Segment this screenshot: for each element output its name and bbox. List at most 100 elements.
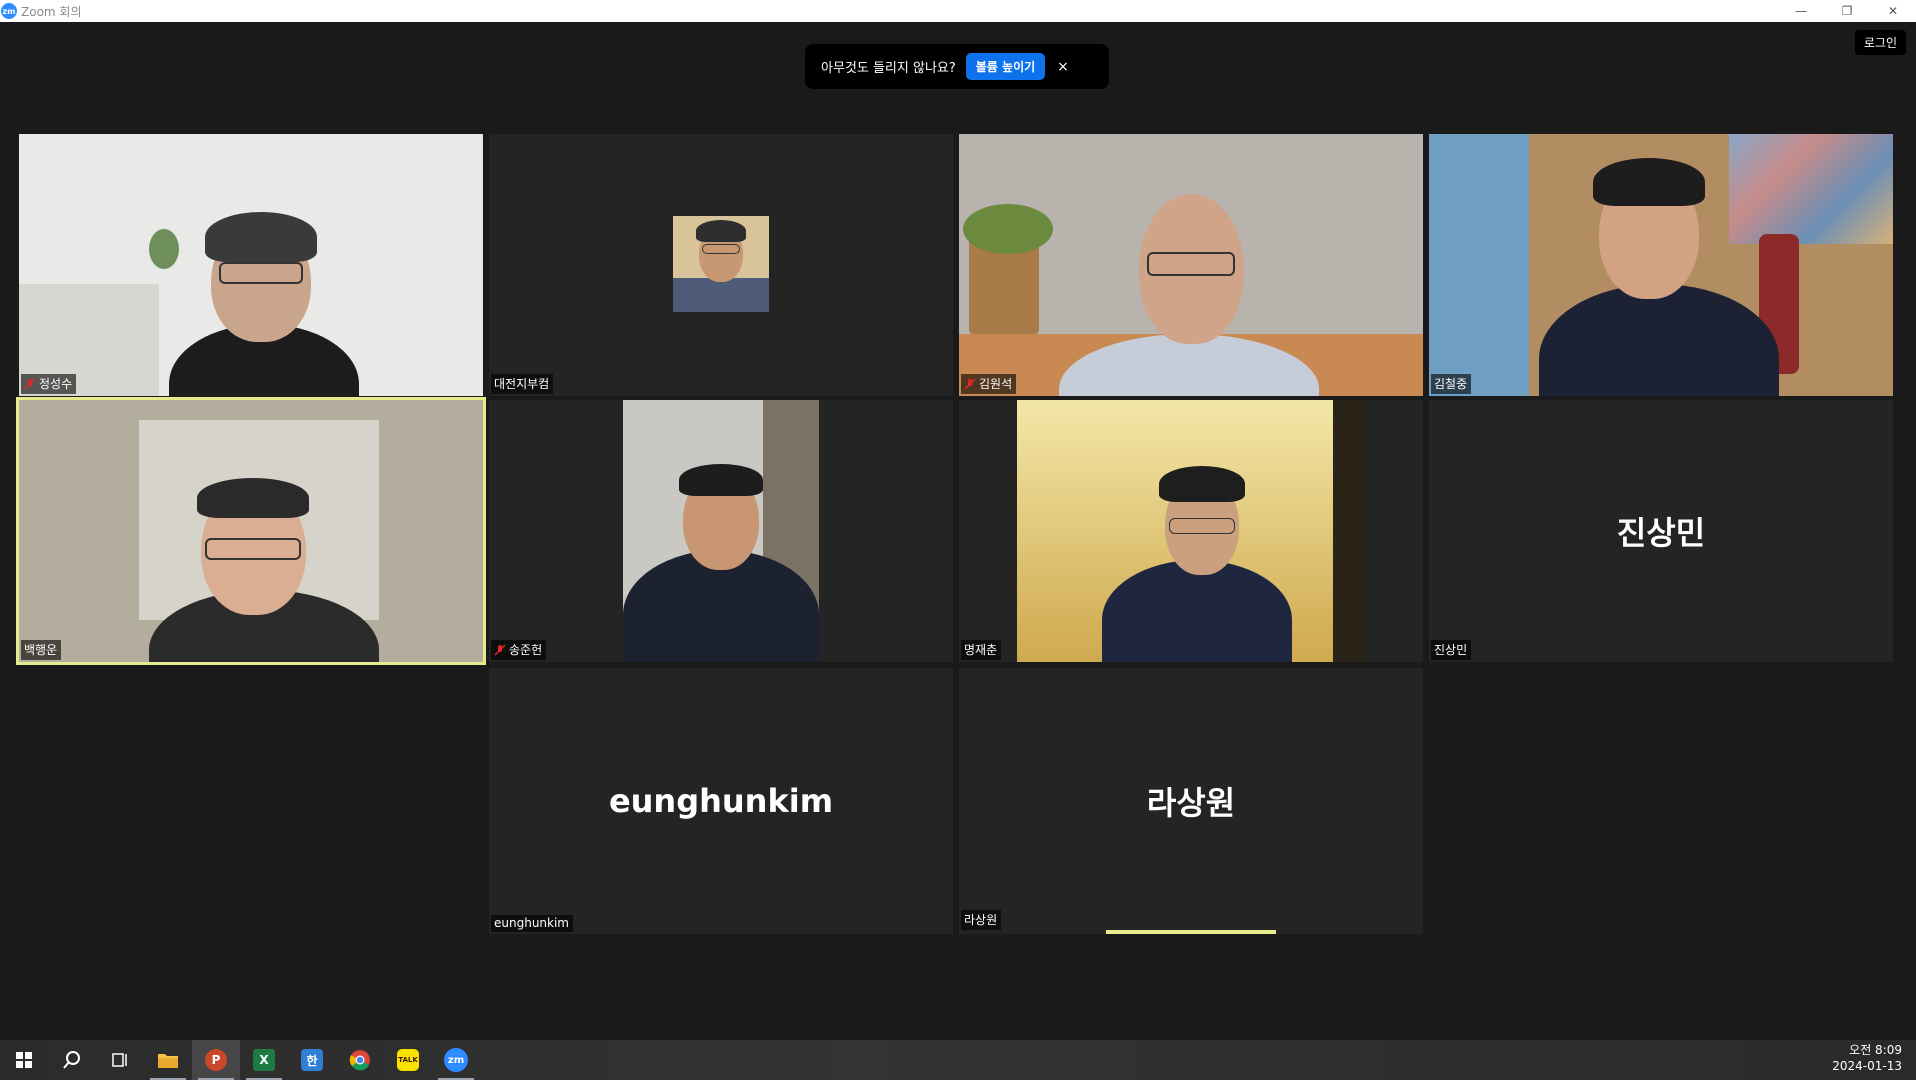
close-notice-icon[interactable]: × [1057,59,1069,75]
taskbar-powerpoint[interactable]: P [192,1040,240,1080]
participant-name: 대전지부컴 [494,377,550,391]
clock-date: 2024-01-13 [1832,1059,1902,1073]
increase-volume-button[interactable]: 볼륨 높이기 [965,53,1046,80]
participant-tile-active-speaker[interactable]: 백행운 [16,397,486,665]
zoom-icon: zm [444,1048,468,1072]
participant-display-name: 진상민 [1616,514,1706,552]
window-title: Zoom 회의 [21,4,82,19]
taskbar-kakaotalk[interactable]: TALK [384,1040,432,1080]
chrome-icon [349,1050,370,1071]
participant-name-label: 라상원 [961,910,1002,930]
title-bar: zm Zoom 회의 — ❐ ✕ [0,0,1916,22]
participant-tile[interactable]: 정성수 [19,134,483,396]
glasses [219,262,303,284]
participant-display-name: 라상원 [1146,784,1236,822]
video-feed [19,400,483,662]
participant-name-label: 김원석 [961,374,1017,394]
close-button[interactable]: ✕ [1870,0,1916,22]
glasses [1169,518,1235,534]
minimize-icon: — [1795,4,1807,18]
participant-tile[interactable]: 송준헌 [489,400,953,662]
participant-tile[interactable]: 진상민 진상민 [1429,400,1893,662]
participant-name: 김원석 [979,377,1013,391]
participant-name: 라상원 [964,913,998,927]
participant-name: 백행운 [24,643,58,657]
taskbar-hancom[interactable]: 한 [288,1040,336,1080]
zoom-window: zm Zoom 회의 — ❐ ✕ 아무것도 들리지 않나요? 볼륨 높이기 × … [0,0,1916,1080]
participant-tile[interactable]: 라상원 라상원 [959,668,1423,934]
person-body [1539,284,1779,396]
search-button[interactable] [48,1040,96,1080]
system-clock[interactable]: 오전 8:09 2024-01-13 [1832,1042,1902,1074]
restore-icon: ❐ [1841,4,1853,18]
windows-logo-icon [16,1052,32,1068]
video-feed [1017,400,1365,662]
participant-name-label: 진상민 [1431,640,1472,660]
participant-tile[interactable]: 명재춘 [959,400,1423,662]
clock-time: 오전 8:09 [1849,1043,1902,1057]
mic-muted-icon [964,377,976,390]
start-button[interactable] [0,1040,48,1080]
task-view-button[interactable] [96,1040,144,1080]
participant-name: 송준헌 [509,643,543,657]
audio-notice-text: 아무것도 들리지 않나요? [821,61,956,76]
participant-display-name: eunghunkim [608,782,834,820]
taskbar-chrome[interactable] [336,1040,384,1080]
person-hair [679,464,763,496]
participant-name: 진상민 [1434,643,1468,657]
taskbar-excel[interactable]: X [240,1040,288,1080]
participant-tile[interactable]: 김철중 [1429,134,1893,396]
audio-notice-banner: 아무것도 들리지 않나요? 볼륨 높이기 × [805,44,1109,89]
participant-name: eunghunkim [494,916,569,930]
participant-name: 정성수 [39,377,73,391]
speaking-indicator-bar [1106,930,1276,934]
mic-muted-icon [24,377,36,390]
hancom-icon: 한 [301,1049,323,1071]
search-icon [63,1051,80,1069]
window [1429,134,1529,396]
person-hair [205,212,317,262]
taskbar-zoom[interactable]: zm [432,1040,480,1080]
participant-name-label: 백행운 [21,640,62,660]
powerpoint-icon: P [205,1049,227,1071]
participant-name-label: eunghunkim [491,915,573,932]
mic-muted-icon [494,643,506,656]
person-body [1102,560,1292,662]
plant [149,229,179,269]
video-feed [19,134,483,396]
participant-name: 김철중 [1434,377,1468,391]
participant-tile[interactable]: eunghunkim eunghunkim [489,668,953,934]
participant-name-label: 김철중 [1431,374,1472,394]
folder-icon [158,1054,178,1068]
glasses [205,538,301,560]
participant-name-label: 송준헌 [491,640,547,660]
participant-name: 명재춘 [964,643,998,657]
participant-name-label: 대전지부컴 [491,374,554,394]
video-feed [1429,134,1893,396]
participant-tile[interactable]: 김원석 [959,134,1423,396]
excel-icon: X [253,1049,275,1071]
profile-picture [673,216,769,312]
person-hair [197,478,309,518]
meeting-stage: 아무것도 들리지 않나요? 볼륨 높이기 × 로그인 정성수 대전지부컴 김원석… [0,22,1916,1040]
glasses [1147,252,1235,276]
video-feed [623,400,819,662]
plant-leaves [963,204,1053,254]
windows-taskbar: P X 한 TALK zm 오전 8:09 2024-01-13 [0,1040,1916,1080]
participant-name-label: 명재춘 [961,640,1002,660]
person-hair [1593,158,1705,206]
taskbar-file-explorer[interactable] [144,1040,192,1080]
participant-name-label: 정성수 [21,374,77,394]
restore-button[interactable]: ❐ [1824,0,1870,22]
participant-tile[interactable]: 대전지부컴 [489,134,953,396]
task-view-icon [112,1053,127,1067]
person-hair [1159,466,1245,502]
window-controls: — ❐ ✕ [1778,0,1916,22]
video-feed [959,134,1423,396]
photo-wall [1729,134,1893,244]
login-button[interactable]: 로그인 [1854,30,1906,55]
kakaotalk-icon: TALK [397,1049,419,1071]
frame-edge [1333,400,1365,662]
close-icon: ✕ [1887,4,1899,18]
minimize-button[interactable]: — [1778,0,1824,22]
